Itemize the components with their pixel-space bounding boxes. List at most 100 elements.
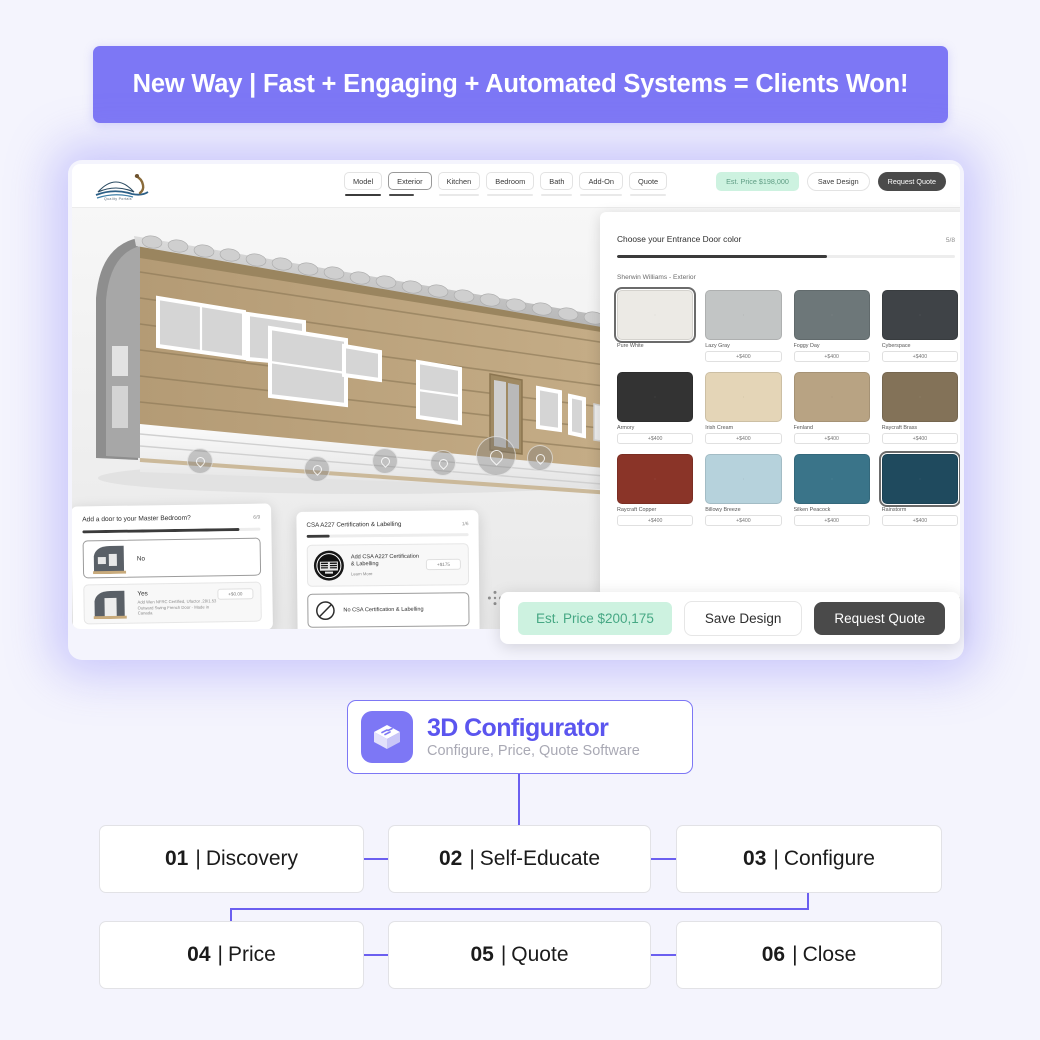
color-swatch-grid: Pure White Lazy Gray +$400 Foggy Day +$400 Cy… bbox=[613, 287, 960, 526]
pin-icon bbox=[436, 456, 450, 470]
swatch-chip[interactable] bbox=[878, 451, 960, 507]
color-swatch-armory[interactable]: Armory +$400 bbox=[617, 372, 694, 444]
csa-option-add-price: +$175 bbox=[425, 558, 461, 571]
color-swatch-raycraft-copper[interactable]: Raycraft Copper +$400 bbox=[617, 454, 694, 526]
swatch-chip[interactable] bbox=[793, 454, 870, 504]
swatch-name: Raycraft Brass bbox=[881, 425, 918, 431]
door-option-no[interactable]: No bbox=[82, 537, 262, 579]
app-tab-list: Model Exterior Kitchen Bedroom Bath Add-… bbox=[344, 172, 668, 196]
swatch-chip[interactable] bbox=[793, 372, 870, 422]
csa-option-none-label: No CSA Certification & Labelling bbox=[343, 606, 424, 614]
swatch-price: +$400 bbox=[705, 515, 782, 526]
pin-icon bbox=[486, 446, 506, 466]
pin-icon bbox=[193, 454, 207, 468]
csa-option-none[interactable]: No CSA Certification & Labelling bbox=[307, 592, 470, 628]
door-option-yes[interactable]: Yes Add Wen NFRC Certified, Ufactor .28/… bbox=[83, 581, 262, 625]
tab-kitchen-label: Kitchen bbox=[446, 176, 472, 186]
flow-step-06-sep: | bbox=[792, 943, 798, 966]
pin-icon bbox=[533, 451, 547, 465]
tab-exterior[interactable]: Exterior bbox=[388, 172, 432, 196]
connector-row-bridge bbox=[231, 908, 809, 910]
swatch-chip[interactable] bbox=[705, 372, 782, 422]
tab-bath[interactable]: Bath bbox=[540, 172, 574, 196]
door-panel-progress bbox=[82, 527, 261, 533]
flow-step-04[interactable]: 04 | Price bbox=[99, 921, 364, 989]
color-swatch-fenland[interactable]: Fenland +$400 bbox=[793, 372, 870, 444]
no-symbol-icon bbox=[314, 600, 336, 622]
connector-step2-step3 bbox=[650, 858, 677, 860]
tab-bedroom-label: Bedroom bbox=[495, 176, 526, 186]
flow-step-03[interactable]: 03 | Configure bbox=[676, 825, 942, 893]
swatch-price: +$400 bbox=[705, 433, 782, 444]
tab-quote-underbar bbox=[629, 193, 667, 196]
csa-panel-header: CSA A227 Certification & Labelling 1/6 bbox=[306, 520, 468, 529]
color-swatch-foggy-day[interactable]: Foggy Day +$400 bbox=[793, 290, 870, 362]
hotspot-marker-1[interactable] bbox=[187, 448, 213, 474]
swatch-name: Armory bbox=[617, 425, 635, 431]
tab-quote[interactable]: Quote bbox=[628, 172, 668, 196]
flow-step-01[interactable]: 01 | Discovery bbox=[99, 825, 364, 893]
color-swatch-cyberspace[interactable]: Cyberspace +$400 bbox=[881, 290, 958, 362]
color-swatch-rainstorm[interactable]: Rainstorm +$400 bbox=[878, 451, 960, 526]
swatch-chip[interactable] bbox=[793, 290, 870, 340]
door-panel-title: Add a door to your Master Bedroom? bbox=[82, 514, 191, 524]
csa-option-add-learn-more[interactable]: Learn More bbox=[351, 570, 420, 576]
swatch-price: +$400 bbox=[617, 515, 694, 526]
tab-model[interactable]: Model bbox=[344, 172, 383, 196]
topbar-save-design-button[interactable]: Save Design bbox=[806, 172, 870, 191]
flow-step-04-number: 04 bbox=[187, 943, 211, 966]
swatch-name: Silken Peacock bbox=[793, 507, 831, 513]
entrance-door-color-panel: Choose your Entrance Door color 5/8 Sher… bbox=[600, 212, 960, 597]
flow-step-06[interactable]: 06 | Close bbox=[676, 921, 942, 989]
bottom-bar-request-quote-button[interactable]: Request Quote bbox=[814, 601, 946, 635]
hotspot-marker-2[interactable] bbox=[304, 456, 330, 482]
tab-kitchen[interactable]: Kitchen bbox=[437, 172, 481, 196]
flow-step-02-number: 02 bbox=[438, 847, 463, 870]
swatch-chip[interactable] bbox=[617, 454, 694, 504]
pin-icon bbox=[310, 462, 324, 476]
swatch-chip[interactable] bbox=[881, 290, 958, 340]
tab-bedroom[interactable]: Bedroom bbox=[486, 172, 535, 196]
brand-logo-caption: Quality Portals bbox=[104, 197, 132, 201]
color-swatch-lazy-gray[interactable]: Lazy Gray +$400 bbox=[705, 290, 782, 362]
flow-step-02[interactable]: 02 | Self-Educate bbox=[388, 825, 651, 893]
swatch-chip[interactable] bbox=[705, 290, 782, 340]
configurator-app-screenshot: Quality Portals Model Exterior Kitchen B… bbox=[72, 164, 960, 629]
swatch-chip[interactable] bbox=[705, 454, 782, 504]
door-panel-step: 6/9 bbox=[253, 514, 261, 521]
connector-step1-step2 bbox=[364, 858, 391, 860]
flow-step-05-number: 05 bbox=[470, 943, 494, 966]
flow-step-03-number: 03 bbox=[743, 847, 767, 870]
color-swatch-pure-white[interactable]: Pure White bbox=[613, 287, 697, 362]
tab-addon-underbar bbox=[580, 193, 622, 196]
swatch-chip[interactable] bbox=[613, 287, 697, 343]
color-swatch-irish-cream[interactable]: Irish Cream +$400 bbox=[705, 372, 782, 444]
swatch-price: +$400 bbox=[793, 351, 870, 362]
hotspot-marker-3[interactable] bbox=[372, 448, 398, 474]
color-panel-progress bbox=[617, 255, 955, 259]
csa-option-add[interactable]: Add CSA A227 Certification & Labelling L… bbox=[306, 543, 470, 587]
flow-step-04-label: Price bbox=[227, 943, 276, 966]
flow-step-05[interactable]: 05 | Quote bbox=[388, 921, 651, 989]
brand-logo[interactable]: Quality Portals bbox=[92, 170, 154, 203]
master-bedroom-door-panel: Add a door to your Master Bedroom? 6/9 N… bbox=[72, 503, 273, 629]
swatch-price: +$400 bbox=[617, 433, 694, 444]
swatch-chip[interactable] bbox=[617, 372, 694, 422]
building-3d-model bbox=[96, 235, 638, 496]
color-swatch-silken-peacock[interactable]: Silken Peacock +$400 bbox=[793, 454, 870, 526]
swatch-chip[interactable] bbox=[881, 372, 958, 422]
hotspot-marker-5[interactable] bbox=[476, 436, 516, 476]
hotspot-marker-6[interactable] bbox=[527, 445, 553, 471]
tab-addon[interactable]: Add-On bbox=[579, 172, 623, 196]
swatch-name: Lazy Gray bbox=[705, 343, 730, 349]
color-swatch-raycraft-brass[interactable]: Raycraft Brass +$400 bbox=[881, 372, 958, 444]
bottom-bar-save-design-button[interactable]: Save Design bbox=[683, 600, 803, 636]
color-swatch-billowy-breeze[interactable]: Billowy Breeze +$400 bbox=[705, 454, 782, 526]
hotspot-marker-4[interactable] bbox=[430, 450, 456, 476]
connector-badge-to-step2 bbox=[518, 774, 520, 825]
flow-step-02-sep: | bbox=[469, 847, 475, 870]
color-panel-header: Choose your Entrance Door color 5/8 bbox=[617, 234, 955, 244]
topbar-request-quote-button[interactable]: Request Quote bbox=[877, 172, 946, 191]
swatch-price: +$400 bbox=[793, 433, 870, 444]
flow-step-05-sep: | bbox=[500, 943, 507, 966]
